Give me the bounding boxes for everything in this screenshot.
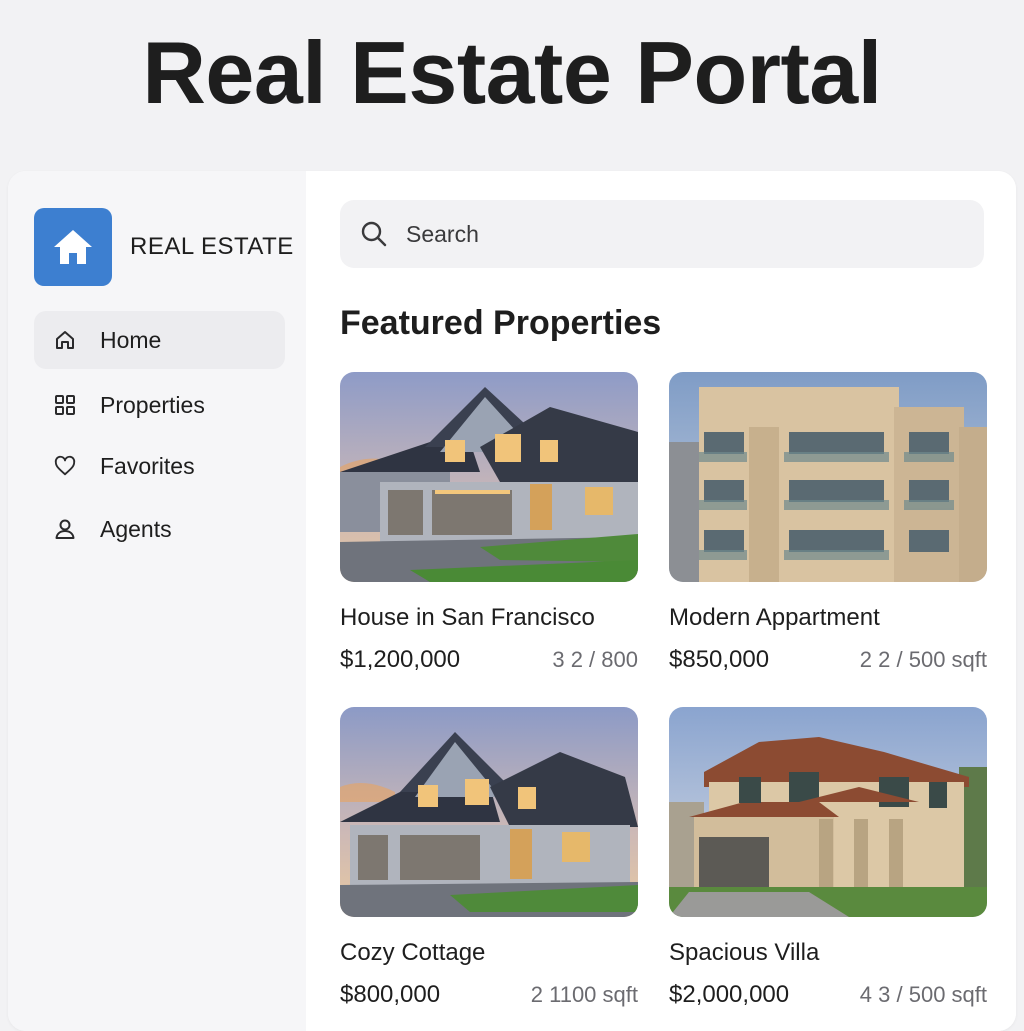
section-title: Featured Properties [340, 304, 662, 342]
property-specs: 2 2 / 500 sqft [859, 647, 987, 672]
property-specs: 3 2 / 800 [552, 647, 638, 672]
property-photo [340, 372, 638, 582]
property-photo [669, 372, 987, 582]
property-price: $850,000 [669, 646, 770, 673]
property-price: $1,200,000 [340, 646, 461, 673]
brand-name: REAL ESTATE [130, 233, 294, 260]
property-details: $800,000 2 1100 sqft [340, 981, 638, 1009]
sidebar: REAL ESTATE Home Properties Favorites Ag… [8, 171, 306, 1031]
house-icon [54, 230, 92, 264]
property-specs: 2 1100 sqft [530, 982, 638, 1007]
page-title: Real Estate Portal [142, 23, 882, 122]
home-icon [54, 329, 76, 351]
property-card[interactable]: House in San Francisco $1,200,000 3 2 / … [340, 372, 638, 674]
property-card[interactable]: Spacious Villa $2,000,000 4 3 / 500 sqft [669, 707, 987, 1009]
property-name: Spacious Villa [669, 939, 820, 966]
property-details: $1,200,000 3 2 / 800 [340, 646, 638, 674]
sidebar-item-label: Favorites [100, 452, 195, 479]
user-icon [54, 518, 76, 540]
property-photo [669, 707, 987, 917]
property-card[interactable]: Cozy Cottage $800,000 2 1100 sqft [340, 707, 638, 1009]
property-photo [340, 707, 638, 917]
grid-icon [54, 394, 76, 416]
logo-tile[interactable] [34, 208, 112, 286]
property-card[interactable]: Modern Appartment $850,000 2 2 / 500 sqf… [669, 372, 987, 674]
property-details: $850,000 2 2 / 500 sqft [669, 646, 987, 674]
sidebar-item-agents[interactable]: Agents [34, 500, 285, 558]
sidebar-item-label: Home [100, 326, 162, 353]
sidebar-item-label: Properties [100, 391, 205, 418]
property-specs: 4 3 / 500 sqft [859, 982, 987, 1007]
search-bar[interactable] [340, 200, 984, 268]
sidebar-item-properties[interactable]: Properties [34, 376, 285, 434]
property-price: $800,000 [340, 981, 441, 1008]
property-price: $2,000,000 [669, 981, 790, 1008]
heart-icon [54, 455, 76, 477]
search-icon [360, 219, 390, 249]
property-details: $2,000,000 4 3 / 500 sqft [669, 981, 987, 1009]
property-name: House in San Francisco [340, 604, 595, 631]
search-input[interactable] [404, 219, 968, 249]
sidebar-item-label: Agents [100, 515, 172, 542]
property-name: Cozy Cottage [340, 939, 486, 966]
main-content: Featured Properties [306, 171, 1016, 1031]
property-name: Modern Appartment [669, 604, 880, 631]
sidebar-item-home[interactable]: Home [34, 311, 285, 369]
app-window: REAL ESTATE Home Properties Favorites Ag… [8, 171, 1016, 1031]
sidebar-item-favorites[interactable]: Favorites [34, 437, 285, 495]
